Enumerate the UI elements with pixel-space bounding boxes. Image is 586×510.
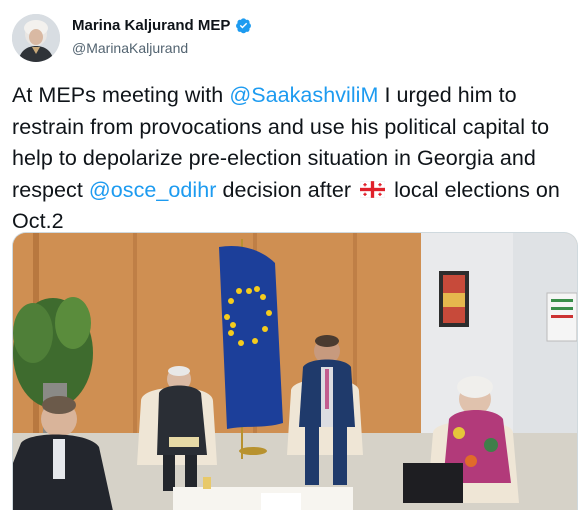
tweet-text-segment: At MEPs meeting with xyxy=(12,83,230,107)
mention-link[interactable]: @osce_odihr xyxy=(89,178,217,202)
tweet-photo[interactable] xyxy=(12,232,578,510)
author-name[interactable]: Marina Kaljurand MEP xyxy=(72,17,230,34)
tweet-text-segment: decision after xyxy=(216,177,358,202)
georgia-flag-icon xyxy=(360,180,386,198)
tweet-text: At MEPs meeting with @SaakashviliM I urg… xyxy=(12,80,578,238)
author-name-row[interactable]: Marina Kaljurand MEP xyxy=(72,17,252,34)
author-handle[interactable]: @MarinaKaljurand xyxy=(72,40,188,56)
mention-link[interactable]: @SaakashviliM xyxy=(229,83,378,107)
author-avatar[interactable] xyxy=(12,14,60,62)
avatar-image xyxy=(12,14,60,62)
meeting-photo xyxy=(13,233,577,510)
verified-badge-icon xyxy=(236,18,252,34)
